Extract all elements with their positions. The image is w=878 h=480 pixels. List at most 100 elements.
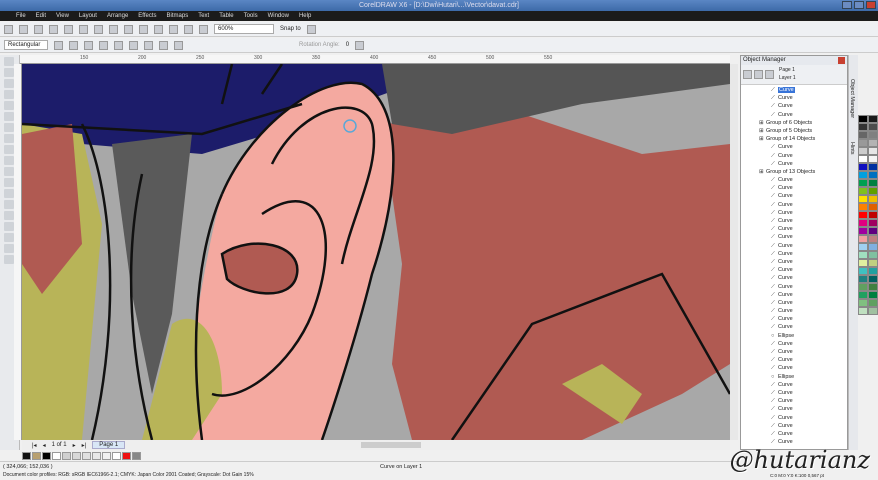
palette-color-swatch[interactable] [858,131,868,139]
document-color-swatch[interactable] [42,451,51,460]
object-list-item[interactable]: ⟋ Curve [741,176,847,184]
fill-tool-icon[interactable] [4,244,14,253]
app-launcher-icon[interactable] [184,24,193,34]
new-icon[interactable] [4,24,13,34]
next-page-button[interactable]: ▸ [73,442,76,449]
document-color-swatch[interactable] [32,451,41,460]
document-color-swatch[interactable] [102,451,111,460]
object-list-item[interactable]: ⟋ Curve [741,192,847,200]
horizontal-ruler[interactable]: 150 200 250 300 350 400 450 500 550 [20,55,730,64]
pick-tool-icon[interactable] [4,57,14,66]
rotation-input[interactable]: 0 [346,42,349,48]
tab-page-1[interactable]: Page 1 [92,441,126,449]
minimize-button[interactable] [842,1,852,9]
palette-color-swatch[interactable] [868,115,878,123]
object-list-item[interactable]: ⟋ Curve [741,348,847,356]
text-tool-icon[interactable] [4,167,14,176]
object-list-item[interactable]: ⟋ Curve [741,283,847,291]
mode-icon-1[interactable] [54,40,63,50]
menu-file[interactable]: File [16,11,26,21]
undo-icon[interactable] [109,24,118,34]
object-list-item[interactable]: ⟋ Curve [741,315,847,323]
node-icon-3[interactable] [129,40,138,50]
palette-color-swatch[interactable] [858,187,868,195]
menu-text[interactable]: Text [198,11,209,21]
node-icon-4[interactable] [144,40,153,50]
palette-color-swatch[interactable] [858,243,868,251]
document-color-swatch[interactable] [72,451,81,460]
tab-object-manager[interactable]: Object Manager [849,79,855,118]
save-icon[interactable] [34,24,43,34]
menu-layout[interactable]: Layout [79,11,97,21]
close-button[interactable] [866,1,876,9]
color-profiles[interactable]: Document color profiles: RGB: sRGB IEC61… [3,472,254,478]
palette-color-swatch[interactable] [868,299,878,307]
cut-icon[interactable] [64,24,73,34]
palette-color-swatch[interactable] [868,243,878,251]
first-page-button[interactable]: |◂ [32,442,37,449]
object-list-item[interactable]: ⟋ Curve [741,201,847,209]
print-icon[interactable] [49,24,58,34]
palette-color-swatch[interactable] [868,147,878,155]
palette-color-swatch[interactable] [858,267,868,275]
palette-color-swatch[interactable] [868,267,878,275]
object-list-item[interactable]: ⊞ Group of 5 Objects [741,127,847,135]
search-content-icon[interactable] [139,24,148,34]
open-icon[interactable] [19,24,28,34]
palette-color-swatch[interactable] [868,275,878,283]
mode-icon-3[interactable] [84,40,93,50]
palette-color-swatch[interactable] [868,171,878,179]
palette-color-swatch[interactable] [868,251,878,259]
zoom-tool-icon[interactable] [4,90,14,99]
object-list-item[interactable]: ⟋ Curve [741,225,847,233]
document-color-swatch[interactable] [122,451,131,460]
palette-color-swatch[interactable] [868,155,878,163]
palette-color-swatch[interactable] [868,235,878,243]
palette-color-swatch[interactable] [868,139,878,147]
document-color-swatch[interactable] [22,451,31,460]
palette-color-swatch[interactable] [868,179,878,187]
palette-color-swatch[interactable] [858,179,868,187]
object-list-item[interactable]: ⟋ Curve [741,152,847,160]
object-list-item[interactable]: ⟋ Curve [741,430,847,438]
object-list-item[interactable]: ⟋ Curve [741,250,847,258]
zoom-level-select[interactable]: 600% [214,24,274,34]
last-page-button[interactable]: ▸| [82,442,87,449]
object-list-item[interactable]: ⟋ Curve [741,323,847,331]
palette-color-swatch[interactable] [868,203,878,211]
object-list-item[interactable]: ⟋ Curve [741,160,847,168]
edit-across-layers-icon[interactable] [754,70,763,79]
object-list-item[interactable]: ○ Ellipse [741,332,847,340]
object-list-item[interactable]: ⟋ Curve [741,405,847,413]
object-list-item[interactable]: ⟋ Curve [741,291,847,299]
object-list-item[interactable]: ⟋ Curve [741,111,847,119]
palette-color-swatch[interactable] [858,291,868,299]
menu-table[interactable]: Table [219,11,233,21]
menu-bitmaps[interactable]: Bitmaps [167,11,189,21]
palette-color-swatch[interactable] [868,307,878,315]
palette-color-swatch[interactable] [858,219,868,227]
object-list-item[interactable]: ⟋ Curve [741,86,847,94]
object-list-item[interactable]: ⟋ Curve [741,217,847,225]
maximize-button[interactable] [854,1,864,9]
object-list-item[interactable]: ⟋ Curve [741,340,847,348]
palette-color-swatch[interactable] [868,187,878,195]
tab-hints[interactable]: Hints [849,142,855,155]
object-list-item[interactable]: ⟋ Curve [741,143,847,151]
horizontal-scrollbar[interactable] [361,442,422,448]
document-color-swatch[interactable] [92,451,101,460]
object-list-item[interactable]: ⟋ Curve [741,381,847,389]
palette-color-swatch[interactable] [858,275,868,283]
mode-icon-2[interactable] [69,40,78,50]
interactive-fill-icon[interactable] [4,255,14,264]
menu-tools[interactable]: Tools [244,11,258,21]
copy-icon[interactable] [79,24,88,34]
palette-color-swatch[interactable] [868,123,878,131]
document-color-swatch[interactable] [82,451,91,460]
node-icon-2[interactable] [114,40,123,50]
menu-help[interactable]: Help [299,11,311,21]
menu-effects[interactable]: Effects [138,11,156,21]
node-icon-5[interactable] [159,40,168,50]
node-icon-1[interactable] [99,40,108,50]
document-color-swatch[interactable] [52,451,61,460]
